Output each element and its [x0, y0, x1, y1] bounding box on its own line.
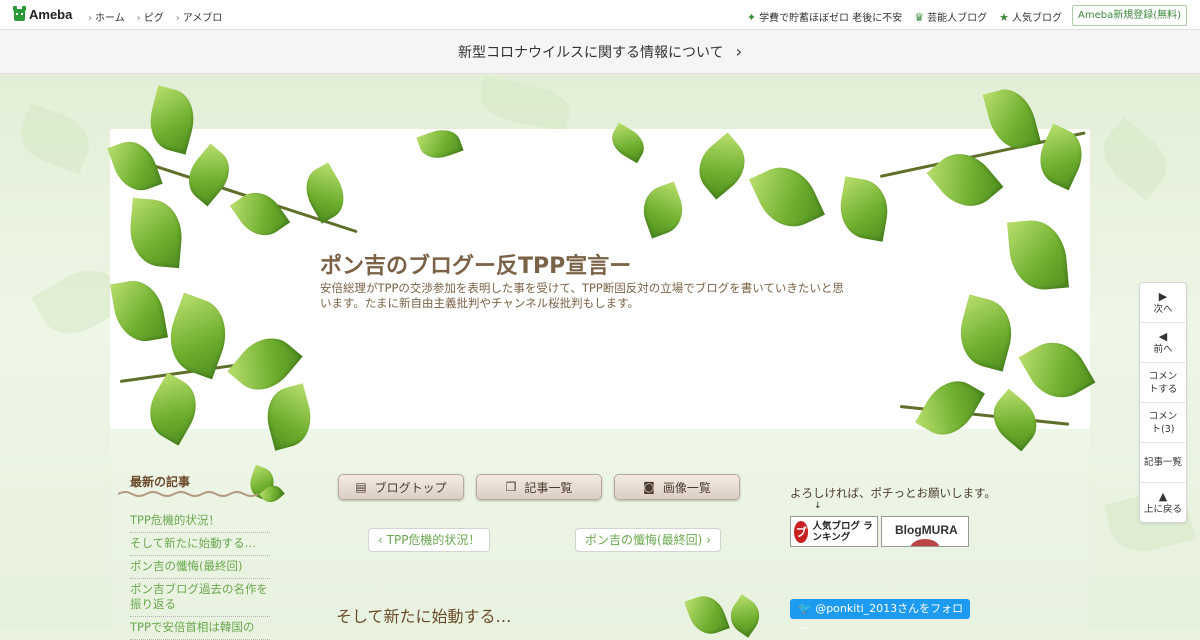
chevron-left-icon: ‹ — [378, 533, 387, 547]
list-item[interactable]: ポン吉の懺悔(最終回) — [130, 556, 270, 579]
covid-notice-link[interactable]: 新型コロナウイルスに関する情報について › — [0, 30, 1200, 74]
ameba-mascot-icon — [13, 6, 26, 21]
play-left-icon: ◀ — [1158, 329, 1168, 343]
notice-text: 新型コロナウイルスに関する情報について — [458, 45, 724, 61]
prev-entry-button[interactable]: ◀ 前へ — [1140, 323, 1186, 363]
list-item[interactable]: そして新たに始動する… — [130, 533, 270, 556]
sparkle-icon: ✦ — [746, 11, 757, 24]
global-header: Ameba ホーム ピグ アメブロ ✦学費で貯蓄ほぼゼロ 老後に不安 ♛芸能人ブ… — [0, 0, 1200, 30]
copy-icon: ❐ — [505, 480, 517, 494]
side-article-list-label: 記事一覧 — [1143, 457, 1182, 468]
floating-side-nav: ▶ 次へ ◀ 前へ コメントする コメント(3) 記事一覧 ▲ 上に戻る — [1139, 282, 1187, 523]
recent-articles-heading: 最新の記事 — [130, 475, 191, 489]
twitter-follow-label: @ponkiti_2013さんをフォロー — [798, 602, 964, 635]
next-entry-label: 次へ — [1153, 303, 1173, 315]
prev-article-link[interactable]: ‹ TPP危機的状況！ — [368, 528, 491, 552]
list-item[interactable]: TPPで安倍首相は韓国の — [130, 617, 270, 640]
article-list-label: 記事一覧 — [524, 480, 573, 495]
prev-article-label: TPP危機的状況！ — [386, 533, 481, 547]
entry-title[interactable]: そして新たに始動する… — [336, 603, 512, 627]
crown-icon: ♛ — [914, 11, 925, 24]
blogmura-banner[interactable]: BlogMURA — [881, 516, 969, 547]
nav-ameblo[interactable]: アメブロ — [176, 9, 223, 24]
play-right-icon: ▶ — [1158, 289, 1168, 303]
recent-articles-list: TPP危機的状況！ そして新たに始動する… ポン吉の懺悔(最終回) ポン吉ブログ… — [130, 510, 270, 640]
arrow-down-text: ↓ — [814, 501, 822, 511]
ranking-message: よろしければ、ポチっとお願いします。 — [790, 486, 996, 500]
ranking-banner-text: 人気ブログ ランキング — [812, 520, 873, 543]
document-icon: ▤ — [355, 480, 367, 494]
nav-home[interactable]: ホーム — [88, 9, 125, 24]
write-comment-button[interactable]: コメントする — [1140, 363, 1186, 403]
image-list-label: 画像一覧 — [662, 480, 711, 495]
blogmura-logo-icon — [910, 539, 940, 546]
next-article-label: ポン吉の懺悔(最終回) — [585, 533, 703, 547]
write-comment-label: コメントする — [1148, 370, 1178, 395]
chevron-right-icon: › — [702, 533, 711, 547]
heading-underline — [118, 491, 258, 497]
next-entry-button[interactable]: ▶ 次へ — [1140, 283, 1186, 323]
header-link-savings[interactable]: ✦ 学費で貯蓄ほぼゼロ 老後に不安 — [747, 9, 902, 24]
blog-description: 安倍総理がTPPの交渉参加を表明した事を受けて、TPP断固反対の立場でブログを書… — [320, 281, 844, 310]
header-link-popular[interactable]: ★ 人気ブログ — [999, 9, 1062, 24]
header-link-celebrity-label: 芸能人ブログ — [927, 13, 988, 24]
article-list-button[interactable]: ❐ 記事一覧 — [476, 474, 602, 500]
global-nav: ホーム ピグ アメブロ — [88, 9, 222, 24]
star-icon: ★ — [999, 11, 1009, 24]
logo-text: Ameba — [29, 6, 73, 22]
list-item[interactable]: ポン吉ブログ過去の名作を振り返る — [130, 579, 270, 617]
prev-entry-label: 前へ — [1153, 343, 1173, 355]
header-link-savings-label: 学費で貯蓄ほぼゼロ 老後に不安 — [759, 13, 903, 24]
triangle-up-icon: ▲ — [1158, 489, 1168, 503]
side-article-list-button[interactable]: 記事一覧 — [1140, 443, 1186, 483]
next-article-link[interactable]: ポン吉の懺悔(最終回) › — [575, 528, 721, 552]
back-to-top-label: 上に戻る — [1143, 503, 1182, 515]
ranking-logo-icon: ブ — [794, 520, 809, 543]
back-to-top-button[interactable]: ▲ 上に戻る — [1140, 483, 1186, 522]
header-link-popular-label: 人気ブログ — [1012, 13, 1062, 24]
comments-count-label: コメント(3) — [1148, 410, 1178, 435]
popular-blog-ranking-banner[interactable]: ブ 人気ブログ ランキング — [790, 516, 878, 547]
camera-icon: ◙ — [643, 480, 655, 494]
twitter-follow-button[interactable]: 🐦 @ponkiti_2013さんをフォロー — [790, 599, 970, 635]
blogmura-text: BlogMURA — [895, 523, 958, 537]
list-item[interactable]: TPP危機的状況！ — [130, 510, 270, 533]
twitter-bird-icon: 🐦 — [798, 602, 816, 615]
blog-top-button[interactable]: ▤ ブログトップ — [338, 474, 464, 500]
chevron-right-icon: › — [735, 42, 742, 61]
header-link-celebrity[interactable]: ♛ 芸能人ブログ — [914, 9, 987, 24]
image-list-button[interactable]: ◙ 画像一覧 — [614, 474, 740, 500]
ameba-logo[interactable]: Ameba — [13, 6, 72, 22]
blog-title[interactable]: ポン吉のブログー反TPP宣言ー — [320, 248, 631, 280]
comments-count-button[interactable]: コメント(3) — [1140, 403, 1186, 443]
nav-pigg[interactable]: ピグ — [137, 9, 164, 24]
blog-top-label: ブログトップ — [374, 480, 447, 495]
header-links: ✦ 学費で貯蓄ほぼゼロ 老後に不安 ♛ 芸能人ブログ ★ 人気ブログ — [747, 9, 1062, 24]
signup-button[interactable]: Ameba新規登録(無料) — [1071, 5, 1187, 26]
